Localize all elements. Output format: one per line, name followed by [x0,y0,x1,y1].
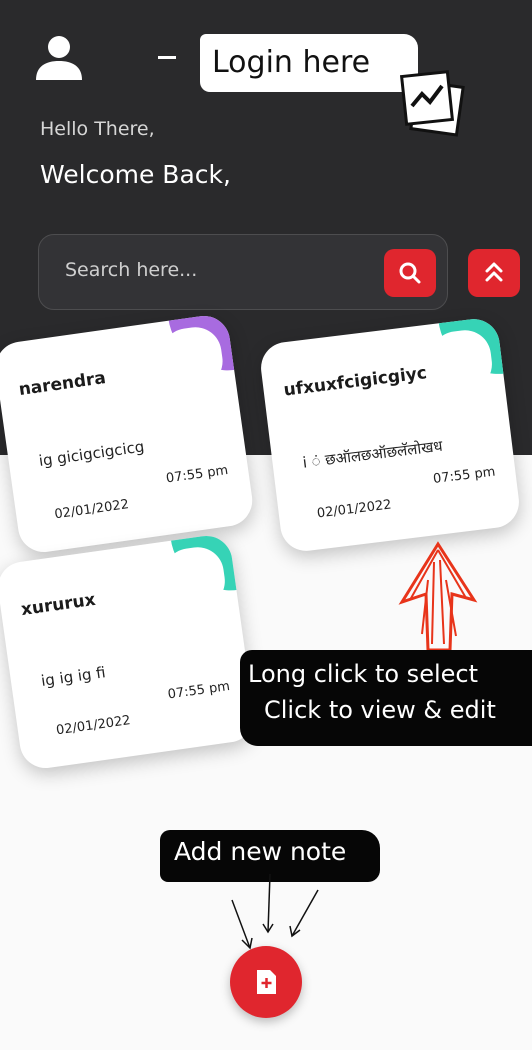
login-annotation-text: Login here [212,45,371,80]
note-time: 07:55 pm [165,462,230,487]
search-bar[interactable]: Search here... [38,234,448,310]
note-date: 02/01/2022 [53,497,130,523]
add-note-button[interactable] [230,946,302,1018]
login-annotation: Login here [200,34,418,92]
note-body: ig gicigcigcicg [37,437,146,471]
search-input[interactable]: Search here... [65,259,197,281]
welcome-title: Welcome Back, [40,160,231,189]
search-button[interactable] [384,249,436,297]
note-time: 07:55 pm [166,678,231,703]
note-time: 07:55 pm [432,464,497,488]
search-icon [399,262,421,284]
hint-line-select: Long click to select [248,660,478,688]
click-hint-annotation: Long click to select Click to view & edi… [240,650,532,746]
add-note-annotation-text: Add new note [174,837,347,866]
double-chevron-up-icon [485,262,503,282]
sticky-note-doodle-icon [396,66,466,138]
note-body: ig ig ig fi [39,663,107,690]
note-card[interactable]: ufxuxfcigicgiyc i ं छऑलछऑछलॅलोखध 07:55 p… [258,316,522,554]
hint-line-view: Click to view & edit [264,696,496,724]
greeting-text: Hello There, [40,118,155,140]
sort-up-button[interactable] [468,249,520,297]
note-date: 02/01/2022 [55,713,132,739]
add-file-icon [257,970,276,994]
profile-icon[interactable] [34,34,84,82]
note-card[interactable]: xururux ig ig ig fi 07:55 pm 02/01/2022 [0,532,258,772]
pointer-dash [158,56,176,59]
note-card[interactable]: narendra ig gicigcigcicg 07:55 pm 02/01/… [0,312,256,556]
note-body: i ं छऑलछऑछलॅलोखध [301,436,444,472]
note-title: xururux [19,589,97,621]
pointer-arrows-icon [226,872,326,952]
note-title: ufxuxfcigicgiyc [282,363,429,401]
note-date: 02/01/2022 [316,497,393,522]
note-title: narendra [17,368,108,401]
red-arrow-doodle-icon [398,540,478,652]
